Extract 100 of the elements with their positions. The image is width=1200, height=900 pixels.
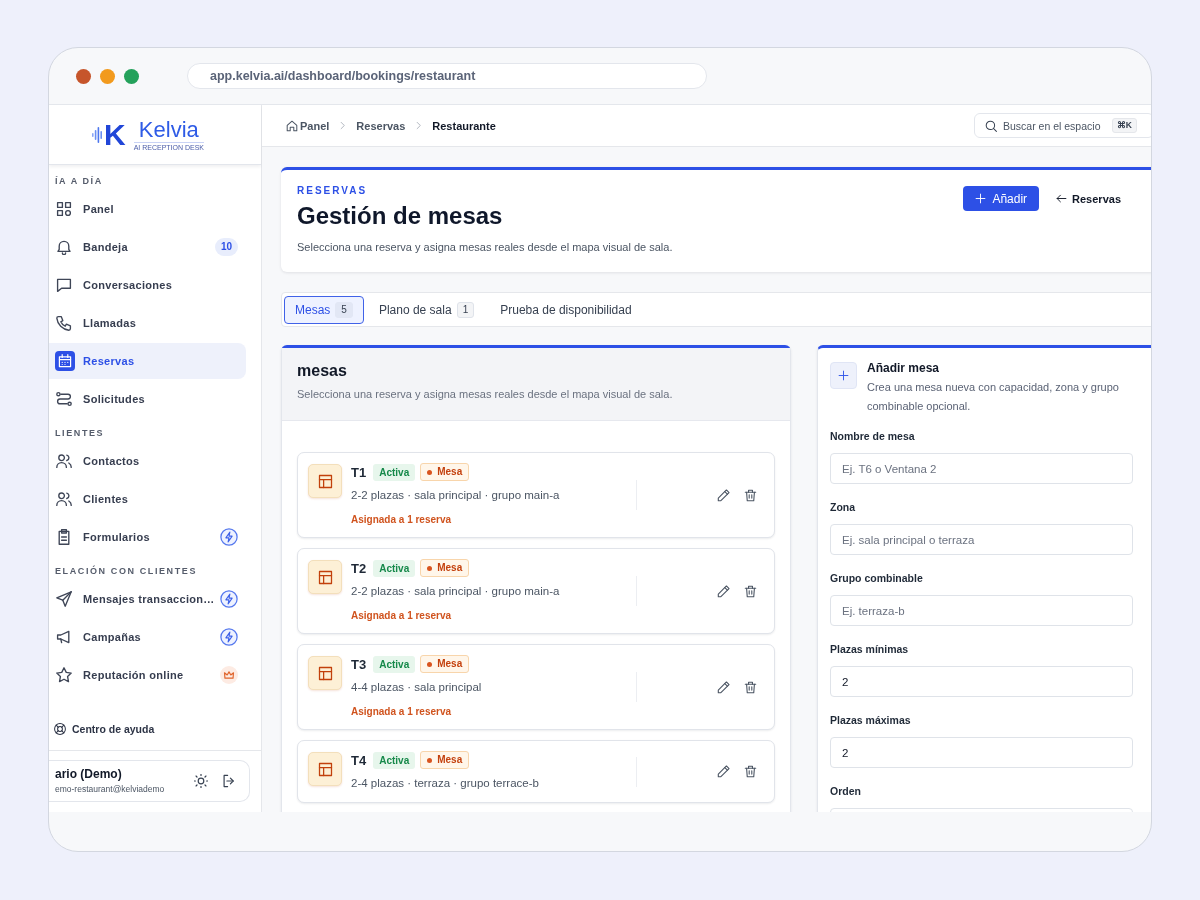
form-title: Añadir mesa — [867, 360, 941, 376]
field-label: Zona — [830, 500, 857, 515]
sidebar-item[interactable]: Campañas — [49, 619, 246, 655]
logo-monogram: K — [103, 119, 126, 150]
window-control-icon[interactable] — [76, 68, 91, 84]
trash-icon[interactable] — [744, 765, 757, 778]
table-details: 4-4 plazas · sala principal — [351, 680, 483, 695]
table-name: T1 — [351, 464, 367, 480]
assignment-note: Asignada a 1 reserva — [351, 609, 453, 623]
star-icon — [56, 667, 72, 683]
dot-icon — [427, 757, 433, 763]
sidebar-item[interactable]: Conversaciones — [49, 267, 246, 303]
pencil-icon[interactable] — [717, 584, 730, 598]
add-button[interactable]: Añadir — [963, 186, 1040, 211]
arrow-left-icon — [1056, 193, 1068, 204]
status-tag: Activa — [373, 463, 416, 481]
back-button[interactable]: Reservas — [1056, 192, 1121, 205]
pencil-icon[interactable] — [717, 765, 730, 778]
trash-icon[interactable] — [744, 584, 757, 598]
grid-icon — [56, 201, 72, 217]
logout-icon[interactable] — [222, 774, 236, 788]
search-icon — [985, 119, 997, 132]
dot-icon — [427, 661, 433, 667]
address-bar[interactable]: app.kelvia.ai/dashboard/bookings/restaurant — [187, 63, 707, 89]
plus-icon — [830, 362, 857, 389]
field-label: Plazas máximas — [830, 713, 912, 728]
shortcut-key: ⌘K — [1111, 118, 1137, 133]
field-label: Nombre de mesa — [830, 429, 916, 444]
breadcrumb-link[interactable]: Panel — [286, 119, 330, 132]
sun-icon[interactable] — [194, 774, 208, 788]
sidebar-item[interactable]: Mensajes transaccion… — [49, 581, 246, 617]
help-link[interactable]: Centro de ayuda — [49, 718, 261, 740]
sidebar-item[interactable]: Contactos — [49, 443, 246, 479]
sidebar-item[interactable]: Clientes — [49, 481, 246, 517]
table-name: T3 — [351, 656, 367, 672]
sidebar-item[interactable]: Reservas — [49, 343, 246, 379]
plus-icon — [975, 193, 987, 204]
pencil-icon[interactable] — [717, 680, 730, 694]
lightning-icon — [220, 628, 238, 646]
paper-plane-icon — [56, 591, 72, 607]
assignment-note: Asignada a 1 reserva — [351, 705, 453, 719]
type-tag: Mesa — [420, 559, 470, 577]
user-name: ario (Demo) — [55, 767, 123, 782]
field-label: Plazas mínimas — [830, 642, 910, 657]
sidebar-item[interactable]: Solicitudes — [49, 381, 246, 417]
phone-icon — [56, 315, 72, 331]
chevron-icon — [338, 121, 348, 130]
sidebar-item[interactable]: Bandeja 10 — [49, 229, 246, 265]
megaphone-icon — [56, 629, 72, 645]
sidebar-item[interactable]: Reputación online — [49, 657, 246, 693]
pencil-icon[interactable] — [717, 488, 730, 502]
table-icon — [308, 560, 342, 594]
calendar-icon — [55, 351, 75, 371]
trash-icon[interactable] — [744, 488, 757, 502]
table-details: 2-2 plazas · sala principal · grupo main-a — [351, 488, 561, 503]
dot-icon — [427, 469, 433, 475]
section-label: ÍA A DÍA — [54, 175, 104, 188]
input-field[interactable]: 2 — [830, 666, 1133, 697]
unread-count: 10 — [214, 238, 238, 256]
clipboard-icon — [56, 529, 72, 545]
sidebar-item[interactable]: Panel — [49, 191, 246, 227]
page-eyebrow: RESERVAS — [297, 184, 369, 198]
trash-icon[interactable] — [744, 680, 757, 694]
lifebuoy-icon — [54, 723, 66, 735]
user-email: emo-restaurant@kelviademo — [55, 783, 165, 795]
logo-wordmark: Kelvia — [138, 117, 199, 142]
type-tag: Mesa — [420, 751, 470, 769]
status-tag: Activa — [373, 559, 416, 577]
input-field[interactable]: Ej. sala principal o terraza — [830, 524, 1133, 555]
type-tag: Mesa — [420, 463, 470, 481]
users-icon — [56, 491, 72, 507]
window-control-icon[interactable] — [124, 68, 139, 84]
section-label: LIENTES — [54, 427, 106, 440]
sidebar-item[interactable]: Formularios — [49, 519, 246, 555]
field-label: Grupo combinable — [830, 571, 924, 586]
panel-title: mesas — [297, 361, 348, 381]
tab[interactable]: Mesas 5 — [284, 295, 364, 324]
sidebar-item[interactable]: Llamadas — [49, 305, 246, 341]
page-subtitle: Selecciona una reserva y asigna mesas reales desde el mapa visual de sala. — [297, 240, 673, 255]
home-icon — [286, 119, 298, 132]
dot-icon — [427, 565, 433, 571]
breadcrumb-link[interactable]: Reservas — [356, 119, 406, 132]
sound-wave-icon — [91, 125, 102, 144]
route-icon — [56, 391, 72, 407]
input-field[interactable]: Ej. terraza-b — [830, 595, 1133, 626]
crown-icon — [220, 666, 238, 684]
tab[interactable]: Plano de sala 1 — [367, 295, 486, 324]
table-name: T2 — [351, 560, 367, 576]
table-icon — [308, 656, 342, 690]
chat-bubble-icon — [56, 277, 72, 293]
tab[interactable]: Prueba de disponibilidad — [489, 295, 643, 324]
type-tag: Mesa — [420, 655, 470, 673]
assignment-note: Asignada a 1 reserva — [351, 513, 453, 527]
status-tag: Activa — [373, 751, 416, 769]
lightning-icon — [220, 528, 238, 546]
input-field[interactable]: Ej. T6 o Ventana 2 — [830, 453, 1133, 484]
breadcrumb-link[interactable]: Restaurante — [432, 119, 496, 132]
chevron-icon — [414, 121, 424, 130]
input-field[interactable]: 2 — [830, 737, 1133, 768]
status-tag: Activa — [373, 655, 416, 673]
